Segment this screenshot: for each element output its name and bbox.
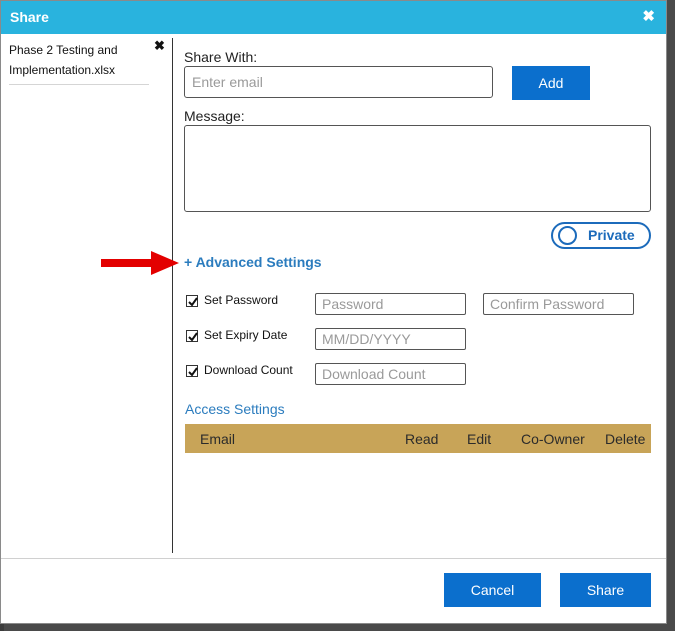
advanced-settings-toggle[interactable]: + Advanced Settings bbox=[184, 254, 322, 270]
access-settings-link[interactable]: Access Settings bbox=[185, 401, 285, 417]
add-button[interactable]: Add bbox=[512, 66, 590, 100]
file-name: Phase 2 Testing and Implementation.xlsx bbox=[9, 43, 118, 77]
footer-divider bbox=[1, 558, 666, 559]
red-arrow-icon bbox=[101, 251, 179, 275]
remove-file-icon[interactable]: ✖ bbox=[154, 38, 165, 54]
set-password-label: Set Password bbox=[204, 293, 279, 307]
close-icon[interactable]: ✖ bbox=[642, 7, 655, 25]
set-password-checkbox[interactable] bbox=[186, 295, 198, 307]
toggle-label: Private bbox=[588, 227, 635, 243]
column-header-read: Read bbox=[405, 431, 439, 447]
dialog-titlebar: Share ✖ bbox=[1, 1, 666, 34]
share-with-label: Share With: bbox=[184, 49, 258, 65]
dialog-title: Share bbox=[10, 9, 49, 25]
download-count-checkbox[interactable] bbox=[186, 365, 198, 377]
message-label: Message: bbox=[184, 108, 245, 124]
download-count-label: Download Count bbox=[204, 363, 293, 377]
checkmark-icon bbox=[188, 297, 198, 307]
column-header-email: Email bbox=[200, 431, 236, 447]
checkmark-icon bbox=[188, 367, 198, 377]
column-header-delete: Delete bbox=[605, 431, 646, 447]
private-toggle[interactable]: Private bbox=[551, 222, 651, 249]
expiry-date-input[interactable] bbox=[315, 328, 466, 350]
toggle-knob-icon bbox=[558, 226, 577, 245]
set-expiry-label: Set Expiry Date bbox=[204, 328, 288, 342]
share-button[interactable]: Share bbox=[560, 573, 651, 607]
email-input[interactable] bbox=[184, 66, 493, 98]
file-list-item[interactable]: Phase 2 Testing and Implementation.xlsx bbox=[9, 40, 149, 85]
column-header-edit: Edit bbox=[467, 431, 492, 447]
confirm-password-input[interactable] bbox=[483, 293, 634, 315]
column-header-co-owner: Co-Owner bbox=[521, 431, 585, 447]
set-expiry-checkbox[interactable] bbox=[186, 330, 198, 342]
share-dialog: Share ✖ Phase 2 Testing and Implementati… bbox=[0, 0, 667, 624]
advanced-settings-label: Advanced Settings bbox=[195, 254, 322, 270]
password-input[interactable] bbox=[315, 293, 466, 315]
download-count-input[interactable] bbox=[315, 363, 466, 385]
file-list-panel: Phase 2 Testing and Implementation.xlsx … bbox=[4, 38, 173, 553]
message-textarea[interactable] bbox=[184, 125, 651, 212]
plus-icon: + bbox=[184, 254, 193, 270]
cancel-button[interactable]: Cancel bbox=[444, 573, 541, 607]
checkmark-icon bbox=[188, 332, 198, 342]
access-table-header: Email Read Edit Co-Owner Delete bbox=[185, 424, 651, 453]
